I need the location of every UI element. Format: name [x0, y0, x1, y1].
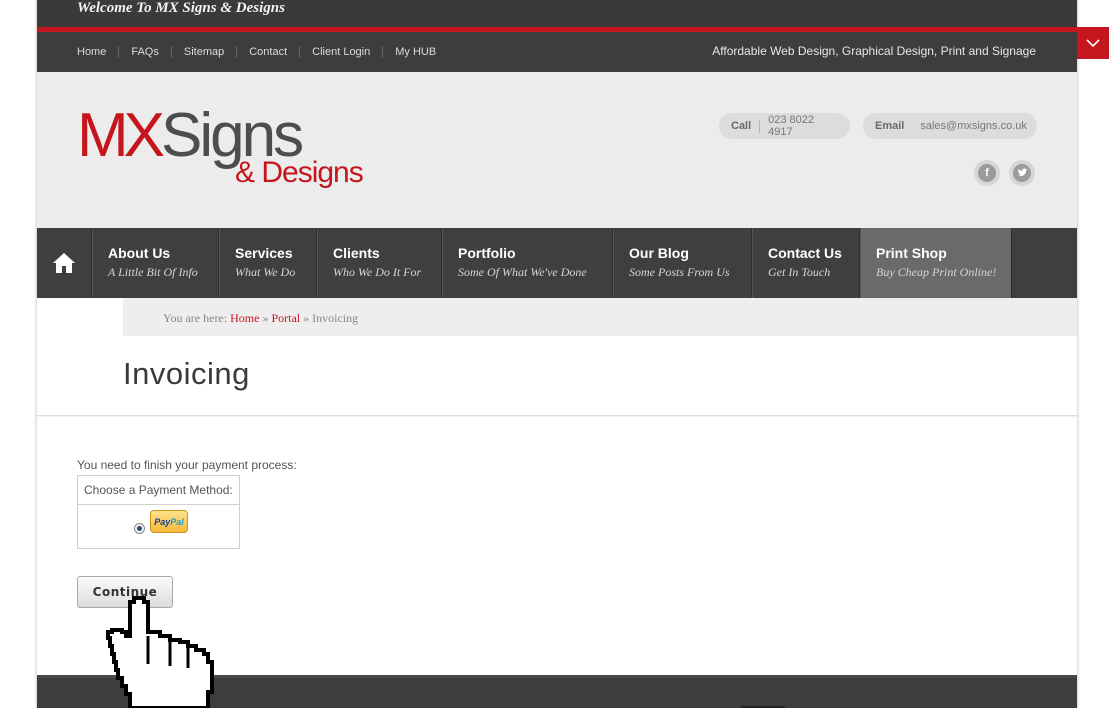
nav-subtitle: Who We Do It For: [333, 265, 422, 279]
email-address[interactable]: sales@mxsigns.co.uk: [920, 120, 1027, 132]
nav-print-shop[interactable]: Print Shop Buy Cheap Print Online!: [860, 228, 1012, 298]
payment-method-header: Choose a Payment Method:: [78, 476, 239, 505]
breadcrumb-home[interactable]: Home: [230, 311, 259, 325]
top-nav-client-login[interactable]: Client Login: [312, 45, 370, 59]
dropdown-toggle[interactable]: [1077, 27, 1109, 59]
email-pill: Email sales@mxsigns.co.uk: [863, 113, 1037, 139]
nav-title: Contact Us: [768, 245, 842, 261]
top-nav-sitemap[interactable]: Sitemap: [184, 45, 224, 59]
payment-message: You need to finish your payment process:: [77, 458, 297, 472]
title-area: Invoicing: [37, 336, 1077, 416]
site-logo[interactable]: MX Signs & Designs: [77, 105, 367, 190]
nav-title: Our Blog: [629, 245, 689, 261]
main-nav: About Us A Little Bit Of Info Services W…: [37, 228, 1077, 298]
nav-title: About Us: [108, 245, 171, 261]
breadcrumb-separator: »: [303, 311, 310, 325]
top-nav-faqs[interactable]: FAQs: [131, 45, 159, 59]
breadcrumb-separator: »: [262, 311, 269, 325]
nav-subtitle: Some Of What We've Done: [458, 265, 587, 279]
nav-subtitle: A Little Bit Of Info: [108, 265, 198, 279]
call-pill: Call 023 8022 4917: [719, 113, 850, 139]
nav-contact-us[interactable]: Contact Us Get In Touch: [752, 228, 860, 298]
nav-title: Clients: [333, 245, 380, 261]
nav-divider: [236, 46, 238, 58]
breadcrumb-portal[interactable]: Portal: [271, 311, 300, 325]
payment-method-table: Choose a Payment Method: Pay Pal: [77, 475, 240, 549]
hand-cursor-icon: [106, 596, 214, 708]
nav-divider: [170, 46, 172, 58]
nav-divider: [299, 46, 301, 58]
nav-services[interactable]: Services What We Do: [219, 228, 317, 298]
breadcrumb-current: Invoicing: [312, 311, 359, 325]
welcome-bar: Welcome To MX Signs & Designs: [37, 0, 1077, 27]
pill-divider: [759, 119, 761, 133]
breadcrumb: You are here: Home » Portal » Invoicing: [123, 298, 1077, 336]
facebook-icon[interactable]: f: [974, 160, 1000, 186]
top-nav-home[interactable]: Home: [77, 45, 106, 59]
payment-method-options: Pay Pal: [78, 505, 239, 549]
paypal-radio[interactable]: [134, 523, 145, 534]
welcome-text: Welcome To MX Signs & Designs: [77, 0, 285, 16]
home-icon[interactable]: [37, 228, 92, 298]
paypal-logo[interactable]: Pay Pal: [150, 510, 188, 533]
page: Welcome To MX Signs & Designs Home FAQs …: [0, 0, 1115, 708]
top-nav: Home FAQs Sitemap Contact Client Login M…: [77, 45, 436, 59]
nav-subtitle: Some Posts From Us: [629, 265, 730, 279]
nav-title: Print Shop: [876, 245, 947, 261]
nav-clients[interactable]: Clients Who We Do It For: [317, 228, 442, 298]
page-title: Invoicing: [123, 356, 250, 391]
call-label: Call: [731, 120, 752, 132]
top-nav-contact[interactable]: Contact: [249, 45, 287, 59]
breadcrumb-trail: You are here: Home » Portal » Invoicing: [163, 311, 358, 326]
call-number[interactable]: 023 8022 4917: [768, 114, 838, 138]
nav-title: Services: [235, 245, 293, 261]
nav-subtitle: What We Do: [235, 265, 296, 279]
email-label: Email: [875, 120, 905, 132]
nav-about-us[interactable]: About Us A Little Bit Of Info: [92, 228, 219, 298]
top-bar: Home FAQs Sitemap Contact Client Login M…: [37, 32, 1077, 72]
top-nav-my-hub[interactable]: My HUB: [395, 45, 436, 59]
nav-portfolio[interactable]: Portfolio Some Of What We've Done: [442, 228, 613, 298]
logo-mx: MX: [77, 101, 165, 170]
twitter-icon[interactable]: [1009, 160, 1035, 186]
nav-divider: [118, 46, 120, 58]
nav-subtitle: Get In Touch: [768, 265, 831, 279]
logo-designs: & Designs: [235, 156, 364, 189]
site-header: MX Signs & Designs Call 023 8022 4917 Em…: [37, 72, 1077, 228]
breadcrumb-prefix: You are here:: [163, 311, 228, 325]
chevron-down-icon: [1086, 39, 1100, 47]
nav-subtitle: Buy Cheap Print Online!: [876, 265, 997, 279]
nav-our-blog[interactable]: Our Blog Some Posts From Us: [613, 228, 752, 298]
nav-divider: [382, 46, 384, 58]
site-tagline: Affordable Web Design, Graphical Design,…: [712, 44, 1036, 58]
nav-title: Portfolio: [458, 245, 516, 261]
